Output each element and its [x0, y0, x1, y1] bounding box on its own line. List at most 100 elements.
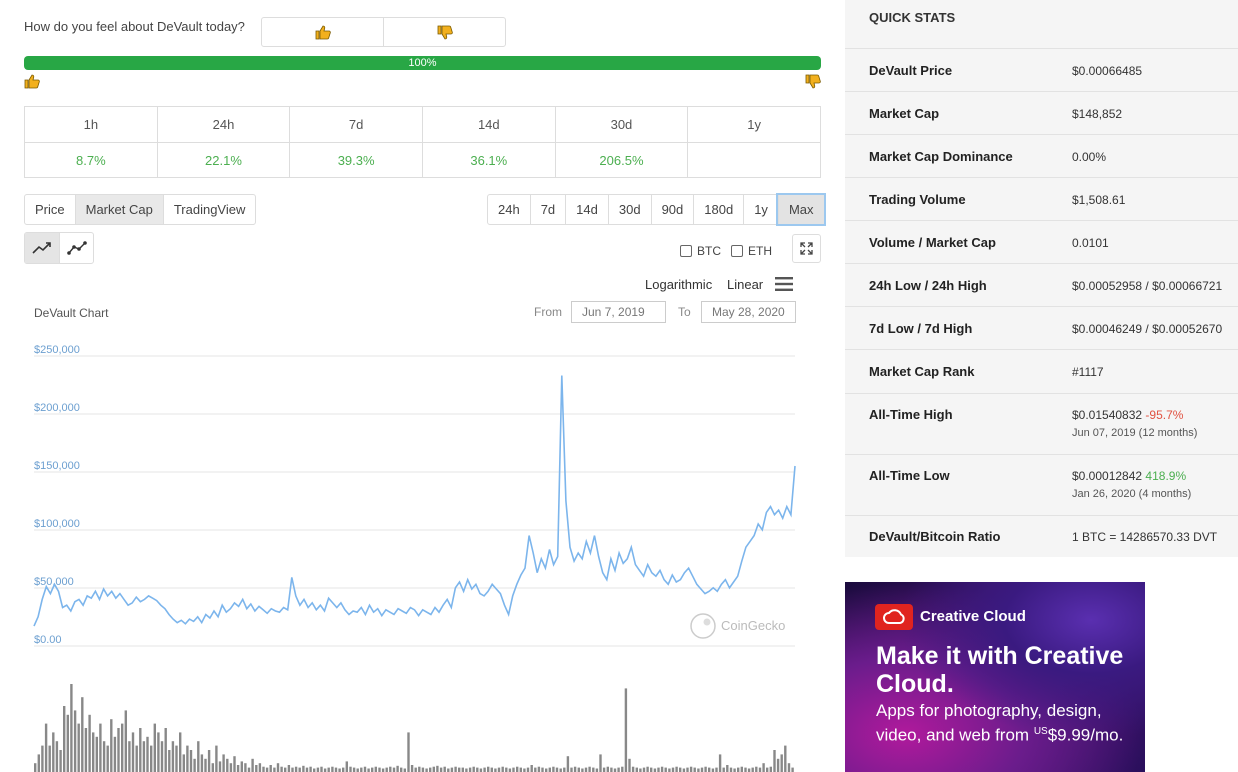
volume-bar [269, 765, 272, 772]
volume-bar [215, 745, 218, 772]
volume-bar [450, 767, 454, 772]
volume-bar [55, 741, 59, 772]
volume-bar [505, 767, 508, 772]
logarithmic-scale-option[interactable]: Logarithmic [645, 277, 712, 292]
volume-bar [762, 763, 765, 772]
range-14d[interactable]: 14d [565, 195, 608, 224]
volume-bar [302, 765, 305, 772]
linear-scale-option[interactable]: Linear [727, 277, 763, 292]
tab-price[interactable]: Price [25, 195, 75, 224]
ad-currency: US [1033, 726, 1048, 737]
volume-bar [523, 768, 526, 772]
volume-bar [99, 723, 102, 772]
to-date-input[interactable]: May 28, 2020 [701, 301, 796, 323]
volume-bar [150, 745, 153, 772]
y-tick-label: $100,000 [34, 518, 80, 530]
volume-bar [494, 768, 497, 772]
volume-bar [425, 768, 428, 772]
fullscreen-button[interactable] [792, 234, 821, 263]
vote-down-button[interactable] [383, 18, 505, 46]
volume-bar [77, 723, 80, 772]
volume-bar [682, 768, 686, 772]
range-30d[interactable]: 30d [607, 195, 651, 224]
stat-value: 1 BTC = 14286570.33 DVT [1072, 530, 1218, 544]
period-header: 7d [289, 106, 423, 143]
volume-bar [106, 745, 109, 772]
line-chart-style-button[interactable] [25, 233, 59, 263]
volume-bar [584, 767, 588, 772]
volume-bar [628, 758, 631, 772]
volume-bar [41, 745, 44, 772]
volume-bar [563, 767, 566, 772]
volume-bar [766, 767, 769, 772]
volume-bar [639, 768, 642, 772]
volume-bar [737, 767, 740, 772]
volume-bar [84, 728, 88, 772]
volume-bar [751, 767, 754, 772]
volume-bar [37, 754, 40, 772]
range-max[interactable]: Max [777, 195, 824, 224]
stat-label: DeVault Price [869, 63, 953, 78]
range-24h[interactable]: 24h [488, 195, 530, 224]
volume-bar [657, 767, 660, 772]
stat-value: $0.01540832 -95.7% [1072, 408, 1183, 422]
volume-bar [577, 767, 580, 772]
tab-tradingview[interactable]: TradingView [162, 195, 256, 224]
atl-value: $0.00012842 [1072, 469, 1143, 483]
volume-bar [689, 766, 693, 772]
stat-row: Trading Volume $1,508.61 [845, 177, 1238, 220]
period-header: 30d [554, 106, 689, 143]
y-tick-label: $200,000 [34, 402, 80, 414]
volume-bar [197, 741, 200, 772]
stat-label: All-Time High [869, 407, 953, 422]
volume-bar [679, 767, 682, 772]
volume-bar [34, 763, 37, 772]
volume-bar [516, 766, 519, 772]
volume-bar [693, 767, 696, 772]
volume-bar [255, 765, 258, 772]
volume-bar [624, 688, 628, 772]
volume-bar [374, 766, 377, 772]
point-chart-style-button[interactable] [59, 233, 93, 263]
volume-bar [602, 767, 606, 772]
volume-bar [555, 767, 559, 772]
volume-bar [218, 761, 222, 772]
volume-bar [381, 768, 385, 772]
thumbs-up-icon [315, 25, 331, 39]
coingecko-logo-icon [690, 613, 716, 639]
creative-cloud-ad[interactable]: Creative Cloud Make it with Creative Clo… [845, 582, 1145, 772]
volume-bar [179, 732, 182, 772]
volume-bar [323, 768, 327, 772]
compare-btc-checkbox[interactable]: BTC [680, 244, 721, 258]
vote-up-button[interactable] [262, 18, 383, 46]
period-change: 36.1% [421, 142, 556, 178]
market-cap-chart: $0.00$50,000$100,000$150,000$200,000$250… [33, 344, 796, 772]
volume-bar [44, 723, 48, 772]
hamburger-menu-icon[interactable] [775, 277, 793, 291]
volume-bar [664, 767, 667, 772]
compare-eth-checkbox[interactable]: ETH [731, 244, 772, 258]
tab-market-cap[interactable]: Market Cap [74, 195, 163, 224]
sentiment-progress-fill: 100% [24, 56, 821, 70]
volume-bar [291, 767, 294, 772]
range-90d[interactable]: 90d [650, 195, 694, 224]
volume-bar [718, 754, 722, 772]
volume-bar [697, 768, 700, 772]
sentiment-vote-group [261, 17, 506, 47]
stat-row: 7d Low / 7d High $0.00046249 / $0.0005267… [845, 306, 1238, 349]
range-1y[interactable]: 1y [743, 195, 778, 224]
from-label: From [534, 305, 562, 319]
volume-bar [472, 766, 475, 772]
range-7d[interactable]: 7d [529, 195, 565, 224]
volume-bar [146, 736, 149, 772]
volume-bar [240, 761, 243, 772]
quick-stats-title: QUICK STATS [869, 10, 956, 25]
volume-bar [541, 767, 544, 772]
volume-bar [396, 765, 399, 772]
range-180d[interactable]: 180d [693, 195, 743, 224]
checkbox-box [731, 245, 743, 257]
volume-bar [102, 741, 106, 772]
volume-bar [110, 719, 113, 772]
volume-bar [356, 768, 359, 772]
from-date-input[interactable]: Jun 7, 2019 [571, 301, 666, 323]
